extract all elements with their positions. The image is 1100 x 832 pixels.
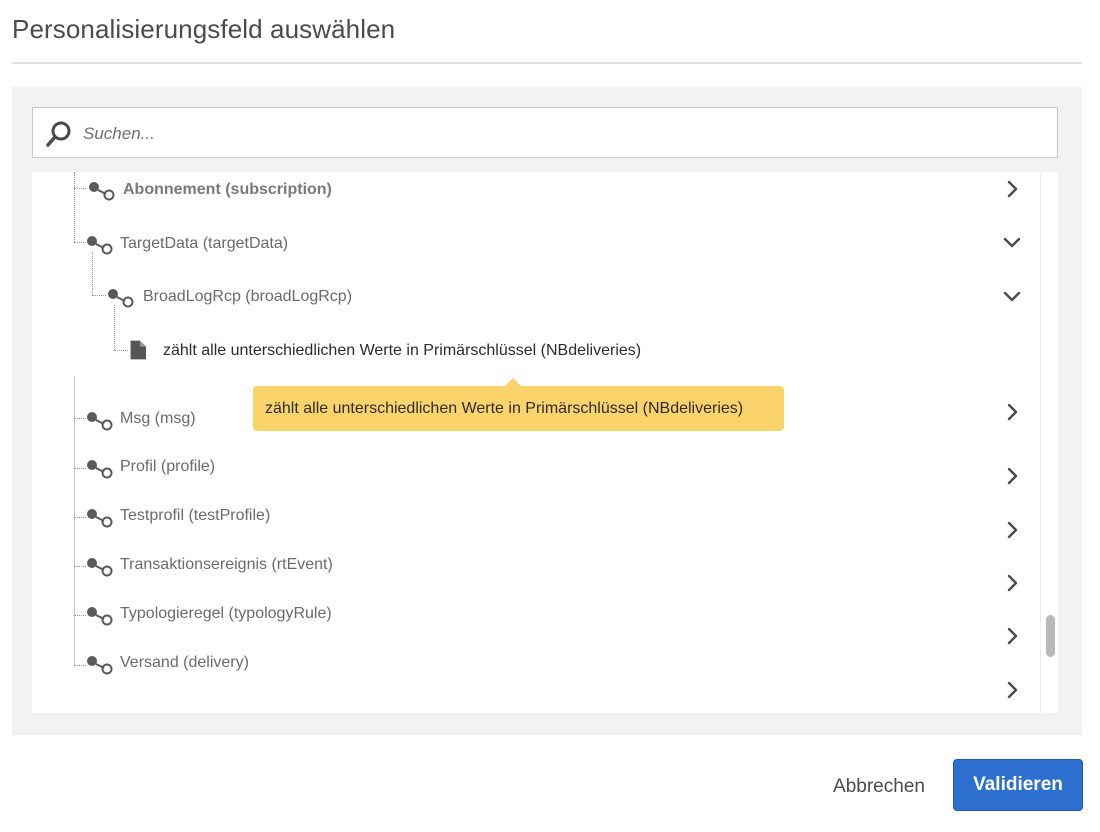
tree-item-label: Abonnement (subscription) — [123, 181, 332, 198]
link-icon — [87, 558, 113, 577]
link-icon — [87, 412, 113, 431]
validate-button[interactable]: Validieren — [953, 759, 1083, 811]
tree-item-typologyrule[interactable]: Typologieregel (typologyRule) — [32, 599, 1040, 645]
link-icon — [87, 236, 113, 255]
search-box[interactable] — [32, 107, 1058, 159]
tree-item-delivery[interactable]: Versand (delivery) — [32, 648, 1040, 699]
tree-item-label: zählt alle unterschiedlichen Werte in Pr… — [163, 342, 642, 359]
tree-item-label: TargetData (targetData) — [120, 235, 289, 252]
link-icon — [87, 460, 113, 479]
link-icon — [87, 509, 113, 528]
chevron-down-icon[interactable] — [1002, 286, 1022, 306]
tree-item-subscription[interactable]: Abonnement (subscription) — [32, 172, 1040, 208]
search-input[interactable] — [81, 108, 1045, 159]
tree-item-label: Testprofil (testProfile) — [120, 507, 271, 524]
dialog-title: Personalisierungsfeld auswählen — [12, 14, 396, 44]
tree-item-label: Transaktionsereignis (rtEvent) — [120, 556, 333, 573]
tooltip-arrow — [505, 378, 521, 386]
chevron-right-icon[interactable] — [1002, 626, 1022, 646]
tree-item-label: Msg (msg) — [120, 410, 196, 427]
title-divider — [12, 62, 1082, 64]
tree-item-label: BroadLogRcp (broadLogRcp) — [143, 288, 353, 305]
tree-item-label: Versand (delivery) — [120, 654, 249, 671]
tree-item-label: Typologieregel (typologyRule) — [120, 605, 332, 622]
link-icon — [108, 289, 134, 308]
link-icon — [89, 182, 115, 201]
field-tree: Abonnement (subscription) TargetData (ta… — [32, 172, 1040, 713]
tree-scrollbar[interactable] — [1040, 172, 1058, 713]
cancel-button[interactable]: Abbrechen — [820, 765, 938, 809]
tree-item-profile[interactable]: Profil (profile) — [32, 452, 1040, 488]
tree-item-targetdata[interactable]: TargetData (targetData) — [32, 226, 1040, 262]
select-personalization-field-dialog: Personalisierungsfeld auswählen Suchen..… — [0, 0, 1100, 832]
tree-item-rtevent[interactable]: Transaktionsereignis (rtEvent) — [32, 550, 1040, 592]
chevron-right-icon[interactable] — [1002, 680, 1022, 700]
chevron-right-icon[interactable] — [1002, 402, 1022, 422]
tree-item-testprofile[interactable]: Testprofil (testProfile) — [32, 501, 1040, 540]
link-icon — [87, 656, 113, 675]
chevron-down-icon[interactable] — [1002, 232, 1022, 252]
chevron-right-icon[interactable] — [1002, 179, 1022, 199]
tree-item-nbdeliveries[interactable]: zählt alle unterschiedlichen Werte in Pr… — [32, 332, 1040, 368]
chevron-right-icon[interactable] — [1002, 573, 1022, 593]
field-tooltip: zählt alle unterschiedlichen Werte in Pr… — [253, 386, 784, 431]
tree-item-broadlogrcp[interactable]: BroadLogRcp (broadLogRcp) — [32, 279, 1040, 315]
search-icon — [46, 121, 71, 147]
chevron-right-icon[interactable] — [1002, 520, 1022, 540]
link-icon — [87, 607, 113, 626]
chevron-right-icon[interactable] — [1002, 466, 1022, 486]
tree-item-label: Profil (profile) — [120, 458, 216, 475]
document-icon — [130, 340, 146, 360]
scrollbar-thumb[interactable] — [1046, 615, 1055, 657]
